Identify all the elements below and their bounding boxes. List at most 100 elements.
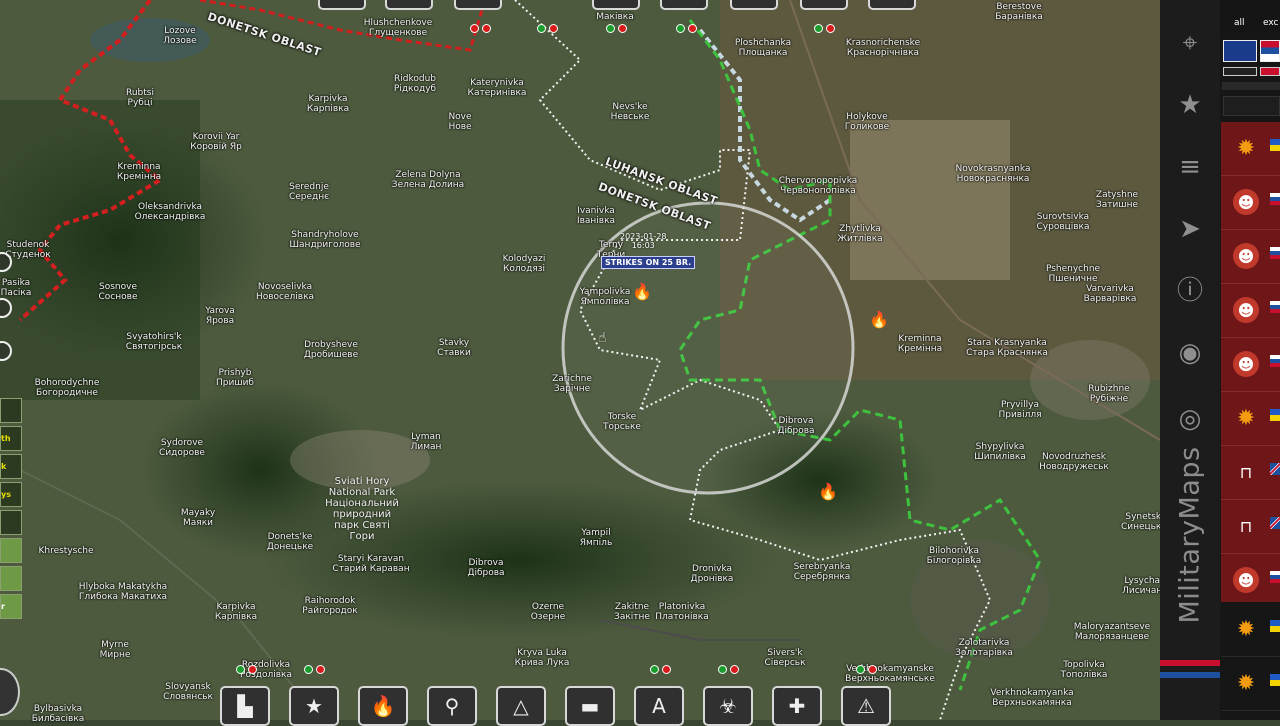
place-label: Sivers'k Сіверськ [764, 648, 806, 668]
legend-item[interactable]: th [0, 426, 22, 451]
soldier-icon: ☻ [1233, 189, 1259, 215]
event-list-lower: ✹ ✹ [1221, 603, 1280, 720]
status-dot [304, 665, 313, 674]
list-item[interactable]: ☻ [1221, 338, 1280, 392]
ruler-tool-icon: ▬ [580, 694, 600, 718]
list-item[interactable]: ☻ [1221, 176, 1280, 230]
filter-small-button[interactable] [1223, 67, 1257, 76]
place-label: Shypylivka Шипилівка [974, 442, 1026, 462]
fortification-tool[interactable]: ▙ [220, 686, 270, 726]
strike-fire-icon[interactable]: 🔥 [869, 312, 889, 328]
medical-tool-icon: ✚ [788, 694, 806, 718]
legend-item[interactable] [0, 566, 22, 591]
legend-item[interactable]: k [0, 454, 22, 479]
status-dot [662, 665, 671, 674]
event-badge[interactable]: STRIKES ON 25 BR. [601, 256, 696, 269]
top-tab[interactable] [385, 0, 433, 10]
place-label: Maloryazantseve Малорязанцеве [1073, 622, 1151, 642]
place-label: Oleksandrivka Олександрівка [134, 202, 206, 222]
search-field[interactable] [1223, 96, 1280, 116]
place-label: Prishyb Пришиб [216, 368, 254, 388]
list-item[interactable]: ⊓ [1221, 500, 1280, 554]
info-icon[interactable]: ⓘ [1175, 276, 1205, 306]
legend-item[interactable]: r [0, 594, 22, 619]
national-park-label: Sviati Hory National Park Національний п… [325, 476, 399, 542]
fortification-tool-icon: ▙ [237, 694, 253, 718]
filter-small-button[interactable] [1260, 67, 1280, 76]
serbia-flag-filter[interactable] [1260, 40, 1280, 62]
place-label: Novokrasnyanka Новокраснянка [955, 164, 1031, 184]
fire-tool[interactable]: 🔥 [358, 686, 408, 726]
place-label: Zatyshne Затишне [1095, 190, 1139, 210]
top-tab[interactable] [592, 0, 640, 10]
top-tab[interactable] [800, 0, 848, 10]
list-item[interactable]: ☻ [1221, 284, 1280, 338]
satellite-terrain [0, 0, 1160, 720]
globe-icon[interactable]: ◉ [1175, 338, 1205, 368]
place-label: Yarova Ярова [205, 306, 235, 326]
place-label: Surovtsivka Суровцівка [1036, 212, 1090, 232]
place-label: Sydorove Сидорове [159, 438, 205, 458]
map-view[interactable] [0, 0, 1160, 720]
status-dot [826, 24, 835, 33]
place-label: Sosnove Соснове [98, 282, 138, 302]
flag-stripe [1160, 660, 1220, 678]
warning-tool[interactable]: ⚠ [841, 686, 891, 726]
layers-icon[interactable]: ≡ [1175, 152, 1205, 182]
place-label: Zelena Dolyna Зелена Долина [391, 170, 465, 190]
legend-item[interactable] [0, 398, 22, 423]
text-tool[interactable]: A [634, 686, 684, 726]
top-tab[interactable] [660, 0, 708, 10]
list-item[interactable]: ✹ [1221, 122, 1280, 176]
list-item[interactable]: ✹ [1221, 657, 1280, 711]
status-dot [650, 665, 659, 674]
status-dot [730, 665, 739, 674]
place-label: Bylbasivka Билбасівка [31, 704, 85, 724]
ruler-tool[interactable]: ▬ [565, 686, 615, 726]
top-tab[interactable] [454, 0, 502, 10]
place-label: Krasnorichenske Краснорічнівка [845, 38, 921, 58]
soldier-icon: ☻ [1233, 567, 1259, 593]
place-label: Serebryanka Серебрянка [793, 562, 851, 582]
biohazard-tool[interactable]: ☣ [703, 686, 753, 726]
tab-all[interactable]: all [1234, 18, 1245, 28]
list-item[interactable]: ☻ [1221, 554, 1280, 608]
map-pin-icon[interactable]: ⌖ [1175, 28, 1205, 58]
country-flag-icon [1270, 517, 1280, 529]
strike-fire-icon[interactable]: 🔥 [818, 484, 838, 500]
network-tool-icon: △ [513, 694, 529, 718]
status-dot [718, 665, 727, 674]
country-flag-icon [1270, 463, 1280, 475]
route-tool[interactable]: ⚲ [427, 686, 477, 726]
place-label: Novodruzhesk Новодружеськ [1039, 452, 1109, 472]
strike-fire-icon[interactable]: 🔥 [632, 284, 652, 300]
soldier-icon: ☻ [1233, 297, 1259, 323]
top-tab[interactable] [730, 0, 778, 10]
top-tab[interactable] [868, 0, 916, 10]
status-dot [470, 24, 479, 33]
star-icon[interactable]: ★ [1175, 90, 1205, 120]
horizontal-scrollbar[interactable] [1222, 82, 1280, 90]
list-item[interactable]: ✹ [1221, 603, 1280, 657]
list-item[interactable]: ⊓ [1221, 446, 1280, 500]
place-label: Myrne Мирне [99, 640, 131, 660]
tab-exc[interactable]: exc [1263, 18, 1279, 28]
place-label: Torske Торське [603, 412, 641, 432]
medical-tool[interactable]: ✚ [772, 686, 822, 726]
event-list: ✹ ☻ ☻ ☻ ☻ ✹ ⊓ ⊓ ☻ [1221, 122, 1280, 608]
legend-item[interactable]: ys [0, 482, 22, 507]
legend-item[interactable] [0, 510, 22, 535]
list-item[interactable]: ✹ [1221, 392, 1280, 446]
soldier-icon: ☻ [1233, 243, 1259, 269]
legend-item[interactable] [0, 538, 22, 563]
nato-flag-filter[interactable] [1223, 40, 1257, 62]
place-label: Khrestysche [38, 546, 94, 556]
network-tool[interactable]: △ [496, 686, 546, 726]
status-dot [688, 24, 697, 33]
top-tab[interactable] [318, 0, 366, 10]
place-label: Ridkodub Рідкодуб [393, 74, 437, 94]
military-unit-tool[interactable]: ★ [289, 686, 339, 726]
status-dot [316, 665, 325, 674]
list-item[interactable]: ☻ [1221, 230, 1280, 284]
navigation-icon[interactable]: ➤ [1175, 214, 1205, 244]
